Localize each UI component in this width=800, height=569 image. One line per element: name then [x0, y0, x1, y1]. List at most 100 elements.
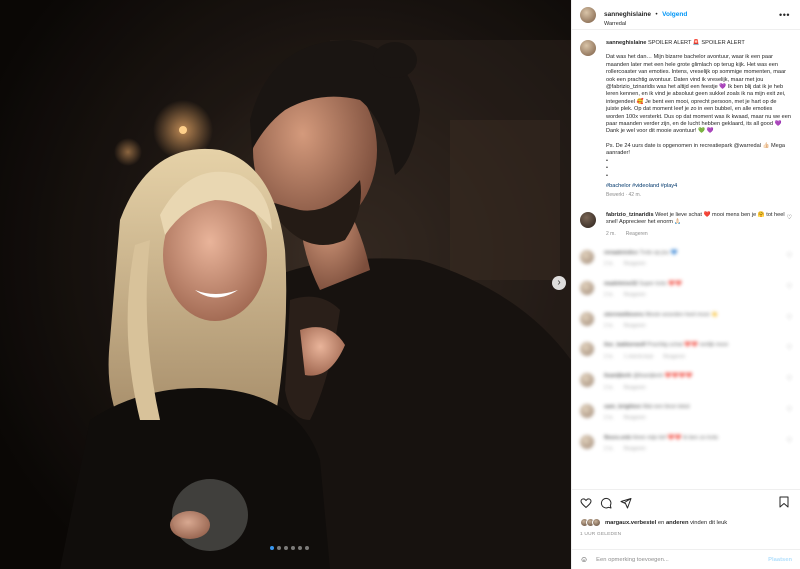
post-photo[interactable]: ›: [0, 0, 571, 569]
heart-icon[interactable]: ♡: [787, 344, 792, 351]
smiley-icon[interactable]: ☺: [580, 555, 588, 564]
avatar[interactable]: [580, 211, 596, 228]
comment: sam_brighton Wat een lieve tekst 2 m. Rea…: [580, 404, 792, 423]
comment-time: 2 m.: [604, 261, 614, 268]
comment-username[interactable]: renaatvisitcc: [604, 250, 638, 256]
reply-button[interactable]: Reageren: [624, 292, 646, 299]
comments-scroll[interactable]: sanneghislaine SPOILER ALERT 🚨 SPOILER A…: [572, 30, 800, 489]
caption-username[interactable]: sanneghislaine: [606, 40, 646, 46]
heart-icon[interactable]: ♡: [787, 314, 792, 321]
heart-icon[interactable]: ♡: [787, 214, 792, 221]
avatar[interactable]: [580, 404, 594, 418]
carousel-dot: [305, 546, 309, 550]
comment: fabrizio_tzinaridis Weet je lieve schat …: [580, 211, 792, 238]
author-username[interactable]: sanneghislaine: [604, 11, 651, 18]
instagram-post: › sanneghislaine • Volgend Warredal •••: [0, 0, 800, 569]
heart-icon[interactable]: [580, 497, 592, 509]
edited-label: Bewerkt · 42 m.: [606, 192, 642, 199]
comment-time: 2 m.: [604, 292, 614, 299]
comment-text: Mooie woorden heel mooi 👏: [645, 311, 718, 318]
like-count[interactable]: 1 vind-ik-leuk: [624, 354, 653, 361]
carousel-dot: [284, 546, 288, 550]
avatar[interactable]: [580, 40, 596, 56]
carousel-dot: [277, 546, 281, 550]
reply-button[interactable]: Reageren: [624, 385, 646, 392]
comment: lisanijkerk @lisanijkerk ❤️❤️❤️❤️ 2 m. Re…: [580, 373, 792, 392]
caption-paragraph: Ps. De 24 uurs date is opgenomen in recr…: [606, 142, 785, 179]
avatar[interactable]: [580, 373, 594, 388]
comment-username[interactable]: fabrizio_tzinaridis: [606, 212, 654, 218]
carousel-dot: [270, 546, 274, 550]
comment-time: 2 m.: [604, 353, 614, 360]
avatar[interactable]: [580, 434, 594, 449]
chevron-right-icon[interactable]: ›: [552, 276, 566, 290]
reply-button[interactable]: Reageren: [624, 446, 646, 453]
post-sidebar: sanneghislaine • Volgend Warredal ••• sa…: [571, 0, 800, 569]
caption: sanneghislaine SPOILER ALERT 🚨 SPOILER A…: [580, 40, 792, 200]
heart-icon[interactable]: ♡: [787, 252, 792, 259]
caption-paragraph: Dat was het dan… Mijn bizarre bachelor a…: [606, 54, 791, 135]
add-comment-bar: ☺ Een opmerking toevoegen... Plaatsen: [572, 549, 800, 569]
likes-suffix: vinden dit leuk: [690, 519, 728, 526]
carousel-indicator: [270, 546, 309, 550]
post-footer: margaux.verbestel en anderen vinden dit …: [572, 489, 800, 569]
avatar[interactable]: [580, 311, 594, 326]
share-icon[interactable]: [620, 497, 632, 509]
comment: sterrewitlovers Mooie woorden heel mooi …: [580, 311, 792, 331]
comment-time: 2 m.: [604, 415, 614, 422]
avatar[interactable]: [580, 280, 594, 295]
heart-icon[interactable]: ♡: [787, 437, 792, 444]
carousel-dot: [298, 546, 302, 550]
post-button[interactable]: Plaatsen: [768, 557, 792, 563]
post-date: 1 UUR GELEDEN: [580, 532, 622, 537]
comment: renaatvisitcc Trots op jou 💙 2 m. Reagere…: [580, 249, 792, 269]
heart-icon[interactable]: ♡: [787, 283, 792, 290]
comment-icon[interactable]: [600, 497, 612, 509]
location-link[interactable]: Warredal: [604, 21, 687, 28]
post-header: sanneghislaine • Volgend Warredal •••: [572, 0, 800, 30]
comment-username[interactable]: ilse_bakkerwolf: [604, 342, 646, 348]
others-link[interactable]: anderen: [666, 520, 689, 526]
reply-button[interactable]: Reageren: [624, 415, 646, 422]
ellipsis-icon[interactable]: •••: [779, 10, 790, 20]
follow-button[interactable]: Volgend: [662, 11, 687, 18]
comment-time: 2 m.: [604, 446, 614, 453]
avatar[interactable]: [580, 342, 594, 357]
likes-connector: en: [657, 519, 665, 526]
comment-username[interactable]: fleurs.vnb: [604, 435, 631, 441]
caption-hashtags[interactable]: #bachelor #videoland #play4: [606, 183, 791, 190]
dot-separator: •: [655, 10, 658, 18]
reply-button[interactable]: Reageren: [663, 354, 685, 361]
comment-username[interactable]: sterrewitlovers: [604, 312, 644, 318]
comment-time: 2 m.: [606, 230, 616, 237]
avatar: [592, 518, 601, 527]
comment-text: Prachtig schat ❤️❤️ eerlijk mooi: [647, 342, 729, 349]
caption-title: SPOILER ALERT 🚨 SPOILER ALERT: [647, 40, 745, 46]
comment-input[interactable]: Een opmerking toevoegen...: [596, 557, 768, 563]
comment-username[interactable]: sam_brighton: [604, 404, 641, 410]
comment-time: 2 m.: [604, 322, 614, 329]
bookmark-icon[interactable]: [778, 496, 790, 508]
comment-text: @lisanijkerk ❤️❤️❤️❤️: [632, 373, 693, 380]
comment: madeleine32 Super trots ❤️❤️ 2 m. Reagere…: [580, 280, 792, 300]
avatar[interactable]: [580, 6, 596, 23]
comment-text: Trots op jou 💙: [639, 249, 678, 256]
comment-username[interactable]: madeleine32: [604, 281, 638, 287]
photo-scene: [0, 0, 571, 569]
reply-button[interactable]: Reageren: [624, 261, 646, 268]
avatar[interactable]: [580, 249, 594, 264]
carousel-dot: [291, 546, 295, 550]
liker-username[interactable]: margaux.verbestel: [605, 520, 656, 526]
reply-button[interactable]: Reageren: [626, 231, 648, 238]
heart-icon[interactable]: ♡: [787, 406, 792, 413]
comment: fleurs.vnb Heee mijn lief ❤️❤️ ik ben zo…: [580, 434, 792, 454]
heart-icon[interactable]: ♡: [787, 375, 792, 382]
comment-text: Wat een lieve tekst: [642, 404, 690, 410]
likes-summary: margaux.verbestel en anderen vinden dit …: [580, 518, 792, 527]
comment-time: 2 m.: [604, 384, 614, 391]
comment-username[interactable]: lisanijkerk: [604, 373, 631, 379]
reply-button[interactable]: Reageren: [624, 323, 646, 330]
comment: ilse_bakkerwolf Prachtig schat ❤️❤️ eerl…: [580, 342, 792, 361]
action-bar: [580, 496, 792, 510]
comment-text: Heee mijn lief ❤️❤️ ik ben zo trots: [632, 434, 719, 441]
